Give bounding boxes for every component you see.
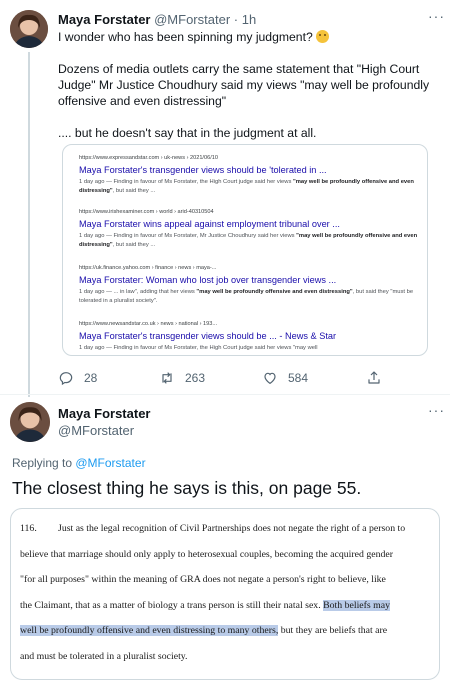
result-snippet: 1 day ago — Finding in favour of Ms Fors… <box>79 179 414 194</box>
like-button[interactable]: 584 <box>262 370 308 386</box>
doc-line: well be profoundly offensive and even di… <box>20 625 388 636</box>
doc-line: "for all purposes" within the meaning of… <box>20 574 386 585</box>
replying-to: Replying to @MForstater <box>12 456 146 470</box>
paragraph-number: 116. <box>20 523 37 534</box>
thread-connector-line <box>28 52 30 397</box>
result-title: Maya Forstater's transgender views shoul… <box>79 331 337 341</box>
tweet-1-line-1: I wonder who has been spinning my judgme… <box>58 30 313 44</box>
highlighted-text: well be profoundly offensive and even di… <box>20 625 279 636</box>
tweet-1-text: I wonder who has been spinning my judgme… <box>58 29 443 157</box>
share-button[interactable] <box>366 370 382 386</box>
tweet-1-actions: 28 263 584 <box>0 370 450 388</box>
share-icon <box>368 371 380 384</box>
result-title: Maya Forstater: Woman who lost job over … <box>79 275 337 285</box>
result-url: https://www.irishexaminer.com › world › … <box>79 209 214 215</box>
avatar[interactable] <box>10 402 50 442</box>
thinking-emoji <box>316 30 330 43</box>
avatar-photo <box>10 402 50 442</box>
more-icon[interactable]: ··· <box>428 8 445 24</box>
author-name[interactable]: Maya Forstater <box>58 406 150 421</box>
avatar-photo <box>10 10 48 48</box>
doc-line: and must be tolerated in a pluralist soc… <box>20 650 188 662</box>
author-handle[interactable]: @MForstater <box>58 423 134 438</box>
tweet-2-text: The closest thing he says is this, on pa… <box>12 478 362 498</box>
search-result: https://www.irishexaminer.com › world › … <box>79 209 419 250</box>
result-title: Maya Forstater's transgender views shoul… <box>79 165 327 175</box>
search-result: https://uk.finance.yahoo.com › finance ›… <box>79 265 419 306</box>
doc-line: believe that marriage should only apply … <box>20 548 393 560</box>
search-results-image[interactable]: https://www.expressandstar.com › uk-news… <box>62 144 428 356</box>
dot-separator: · <box>233 12 239 27</box>
replying-to-link[interactable]: @MForstater <box>75 456 145 470</box>
replying-prefix: Replying to <box>12 456 76 470</box>
result-url: https://www.expressandstar.com › uk-news… <box>79 155 218 161</box>
tweet-1-paragraph-3: .... but he doesn't say that in the judg… <box>58 126 317 140</box>
result-snippet: 1 day ago — ... in law", adding that her… <box>79 289 414 304</box>
tweet-1-paragraph-2: Dozens of media outlets carry the same s… <box>58 62 430 108</box>
retweet-count: 263 <box>185 371 206 385</box>
more-icon[interactable]: ··· <box>428 402 445 418</box>
judgment-text: 116. Just as the legal recognition of Civ… <box>20 516 430 669</box>
like-count: 584 <box>288 371 309 385</box>
avatar[interactable] <box>10 10 48 48</box>
result-snippet: 1 day ago — Finding in favour of Ms Fors… <box>79 233 418 248</box>
highlighted-text: Both beliefs may <box>323 599 391 611</box>
search-result: https://www.newsandstar.co.uk › news › n… <box>79 321 419 353</box>
result-url: https://uk.finance.yahoo.com › finance ›… <box>79 265 217 271</box>
tweet-divider <box>0 394 450 395</box>
reply-count: 28 <box>84 371 98 385</box>
retweet-icon <box>162 372 172 384</box>
result-snippet: 1 day ago — Finding in favour of Ms Fors… <box>79 345 318 351</box>
reply-icon <box>59 372 73 386</box>
result-url: https://www.newsandstar.co.uk › news › n… <box>79 321 218 327</box>
like-icon <box>264 372 276 385</box>
author-name[interactable]: Maya Forstater <box>58 12 150 27</box>
tweet-time[interactable]: 1h <box>242 12 256 27</box>
reply-button[interactable]: 28 <box>58 370 97 386</box>
doc-line: the Claimant, that as a matter of biolog… <box>20 599 391 611</box>
doc-line: 116. Just as the legal recognition of Civ… <box>20 516 430 542</box>
tweet-1-header: Maya Forstater @MForstater · 1h <box>58 12 256 27</box>
judgment-excerpt-image[interactable]: 116. Just as the legal recognition of Civ… <box>10 508 440 680</box>
author-handle[interactable]: @MForstater <box>154 12 230 27</box>
retweet-button[interactable]: 263 <box>159 370 205 386</box>
result-title: Maya Forstater wins appeal against emplo… <box>79 219 340 229</box>
tweet-1[interactable]: Maya Forstater @MForstater · 1h ··· I wo… <box>0 0 450 397</box>
search-result: https://www.expressandstar.com › uk-news… <box>79 155 419 196</box>
